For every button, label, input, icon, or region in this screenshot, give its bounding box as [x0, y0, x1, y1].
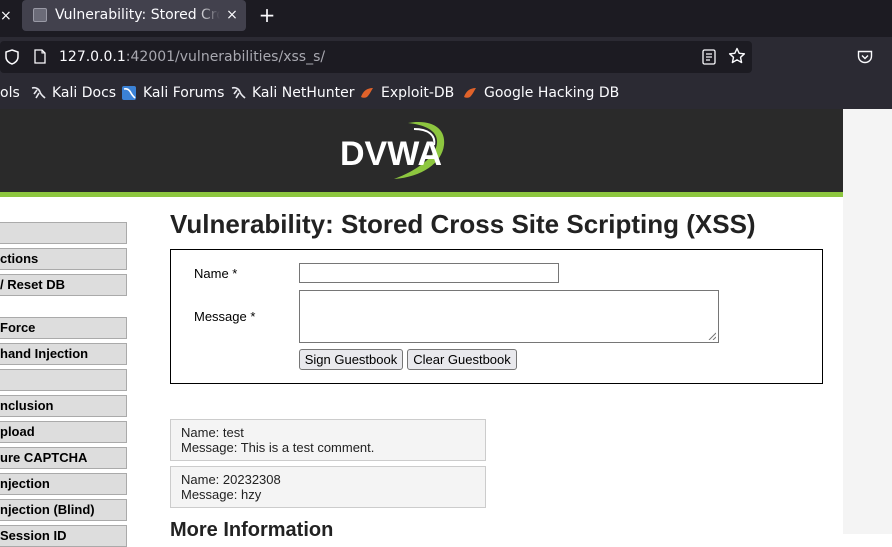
kali-forums-icon	[122, 86, 136, 100]
favicon-icon	[33, 8, 47, 22]
exploit-db-icon	[464, 88, 476, 98]
bookmark-star-icon[interactable]	[728, 47, 746, 65]
new-tab-button[interactable]: +	[256, 3, 278, 27]
bookmark-kali-tools[interactable]: ols	[0, 77, 20, 109]
close-tab-icon[interactable]: ×	[0, 6, 14, 26]
page-content: DVWA ctions / Reset DB Force hand Inject…	[0, 109, 892, 547]
entry-message: Message: hzy	[181, 487, 262, 502]
dvwa-logo: DVWA	[340, 121, 445, 179]
pocket-icon[interactable]	[857, 50, 873, 64]
bookmark-label: Kali NetHunter	[252, 85, 355, 101]
nav-bar: 127.0.0.1:42001/vulnerabilities/xss_s/	[0, 37, 892, 77]
entry-message: Message: This is a test comment.	[181, 440, 375, 455]
reader-view-icon[interactable]	[702, 49, 716, 65]
guestbook-entry: Name: test Message: This is a test comme…	[170, 419, 486, 461]
tab-title: Vulnerability: Stored Cross Site Scripti…	[55, 0, 220, 31]
guestbook-form: Name * Message * Sign Guestbook Clear Gu…	[170, 249, 823, 384]
bookmark-exploit-db[interactable]: Exploit-DB	[359, 77, 454, 109]
bookmark-kali-forums[interactable]: Kali Forums	[121, 77, 224, 109]
shield-icon[interactable]	[5, 49, 19, 65]
tab-bar: × Vulnerability: Stored Cross Site Scrip…	[0, 0, 892, 37]
page-title: Vulnerability: Stored Cross Site Scripti…	[170, 209, 756, 239]
bookmark-label: Google Hacking DB	[484, 85, 620, 101]
url-bar[interactable]: 127.0.0.1:42001/vulnerabilities/xss_s/	[0, 41, 752, 73]
message-label: Message *	[194, 309, 256, 324]
bookmark-kali-docs[interactable]: Kali Docs	[30, 77, 116, 109]
menu-item-file-upload[interactable]: pload	[0, 421, 127, 443]
guestbook-entry: Name: 20232308 Message: hzy	[170, 466, 486, 508]
more-information-heading: More Information	[170, 519, 334, 541]
active-tab[interactable]: Vulnerability: Stored Cross Site Scripti…	[22, 0, 246, 31]
page-gutter	[843, 109, 892, 534]
menu-item-file-inclusion[interactable]: nclusion	[0, 395, 127, 417]
bookmark-google-hacking-db[interactable]: Google Hacking DB	[462, 77, 619, 109]
site-header: DVWA	[0, 109, 843, 192]
menu-item-setup-reset-db[interactable]: / Reset DB	[0, 274, 127, 296]
bookmark-label: ols	[0, 85, 20, 101]
menu-item-insecure-captcha[interactable]: ure CAPTCHA	[0, 447, 127, 469]
url-host: 127.0.0.1	[59, 49, 126, 65]
url-text[interactable]: 127.0.0.1:42001/vulnerabilities/xss_s/	[59, 41, 325, 73]
menu-item-sql-injection-blind[interactable]: njection (Blind)	[0, 499, 127, 521]
bookmark-label: Kali Forums	[143, 85, 225, 101]
close-icon[interactable]: ×	[222, 0, 242, 31]
message-textarea[interactable]	[299, 290, 719, 343]
bookmarks-bar: ols Kali Docs Kali Forums Kali NetHunter…	[0, 77, 892, 109]
bookmark-label: Kali Docs	[52, 85, 117, 101]
menu-item-weak-session-ids[interactable]: Session ID	[0, 525, 127, 547]
menu-item-brute-force[interactable]: Force	[0, 317, 127, 339]
logo-text: DVWA	[340, 135, 442, 173]
resize-grip-icon[interactable]	[708, 332, 716, 340]
name-input[interactable]	[299, 263, 559, 283]
page-info-icon[interactable]	[34, 49, 46, 64]
menu-item-csrf[interactable]	[0, 369, 127, 391]
kali-dragon-icon	[231, 86, 246, 99]
url-path: :42001/vulnerabilities/xss_s/	[125, 49, 326, 65]
bookmark-label: Exploit-DB	[381, 85, 455, 101]
exploit-db-icon	[361, 88, 373, 98]
sign-guestbook-button[interactable]: Sign Guestbook	[299, 349, 403, 370]
menu-item-command-injection[interactable]: hand Injection	[0, 343, 127, 365]
menu-item-instructions[interactable]: ctions	[0, 248, 127, 270]
kali-dragon-icon	[31, 86, 46, 99]
clear-guestbook-button[interactable]: Clear Guestbook	[407, 349, 517, 370]
name-label: Name *	[194, 266, 238, 281]
entry-name: Name: 20232308	[181, 472, 281, 487]
menu-item-sql-injection[interactable]: njection	[0, 473, 127, 495]
menu-item[interactable]	[0, 222, 127, 244]
bookmark-kali-nethunter[interactable]: Kali NetHunter	[230, 77, 354, 109]
entry-name: Name: test	[181, 425, 244, 440]
